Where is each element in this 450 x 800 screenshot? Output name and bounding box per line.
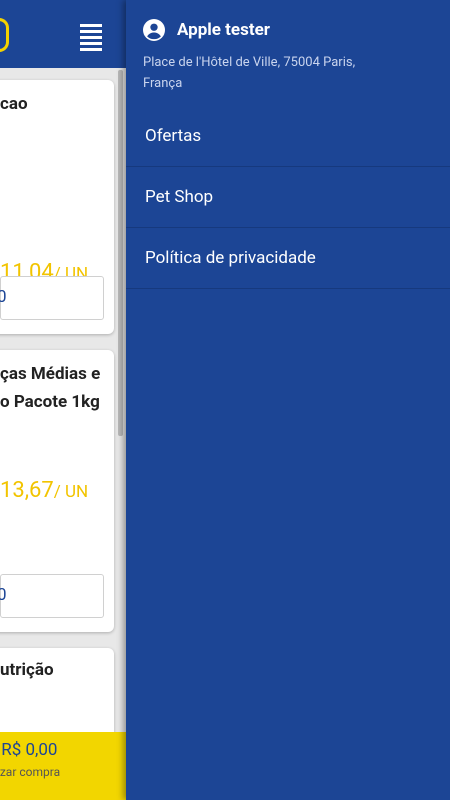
product-title: utrição bbox=[0, 660, 54, 680]
product-title: cao bbox=[0, 94, 28, 114]
menu-item-pet-shop[interactable]: Pet Shop bbox=[126, 167, 450, 228]
product-price: 13,67/ UN bbox=[0, 478, 89, 503]
navigation-drawer: Apple tester Place de l'Hôtel de Ville, … bbox=[126, 0, 450, 800]
quantity-field[interactable]: 0 bbox=[0, 574, 104, 618]
scrollbar[interactable] bbox=[118, 70, 123, 436]
app-header bbox=[0, 0, 126, 68]
cart-bar[interactable]: / R$ 0,00 lizar compra bbox=[0, 732, 126, 800]
quantity-field[interactable]: 0 bbox=[0, 276, 104, 320]
product-title: ças Médias e o Pacote 1kg bbox=[0, 364, 101, 412]
product-card[interactable]: cao 11,04/ UN 0 bbox=[0, 80, 114, 334]
user-name: Apple tester bbox=[177, 20, 271, 40]
product-list-background: cao 11,04/ UN 0 ças Médias e o Pacote 1k… bbox=[0, 0, 126, 800]
drawer-menu: Ofertas Pet Shop Política de privacidade bbox=[126, 106, 450, 289]
product-card[interactable]: ças Médias e o Pacote 1kg 13,67/ UN 0 bbox=[0, 350, 114, 632]
logo bbox=[0, 18, 9, 52]
menu-item-privacy-policy[interactable]: Política de privacidade bbox=[126, 228, 450, 289]
account-circle-icon bbox=[143, 19, 165, 41]
cart-subtitle: lizar compra bbox=[0, 765, 61, 779]
cart-total: / R$ 0,00 bbox=[0, 740, 58, 760]
menu-icon[interactable] bbox=[80, 24, 102, 51]
menu-item-ofertas[interactable]: Ofertas bbox=[126, 106, 450, 167]
user-address: Place de l'Hôtel de Ville, 75004 Paris, … bbox=[143, 55, 356, 91]
user-header[interactable]: Apple tester bbox=[143, 18, 270, 42]
